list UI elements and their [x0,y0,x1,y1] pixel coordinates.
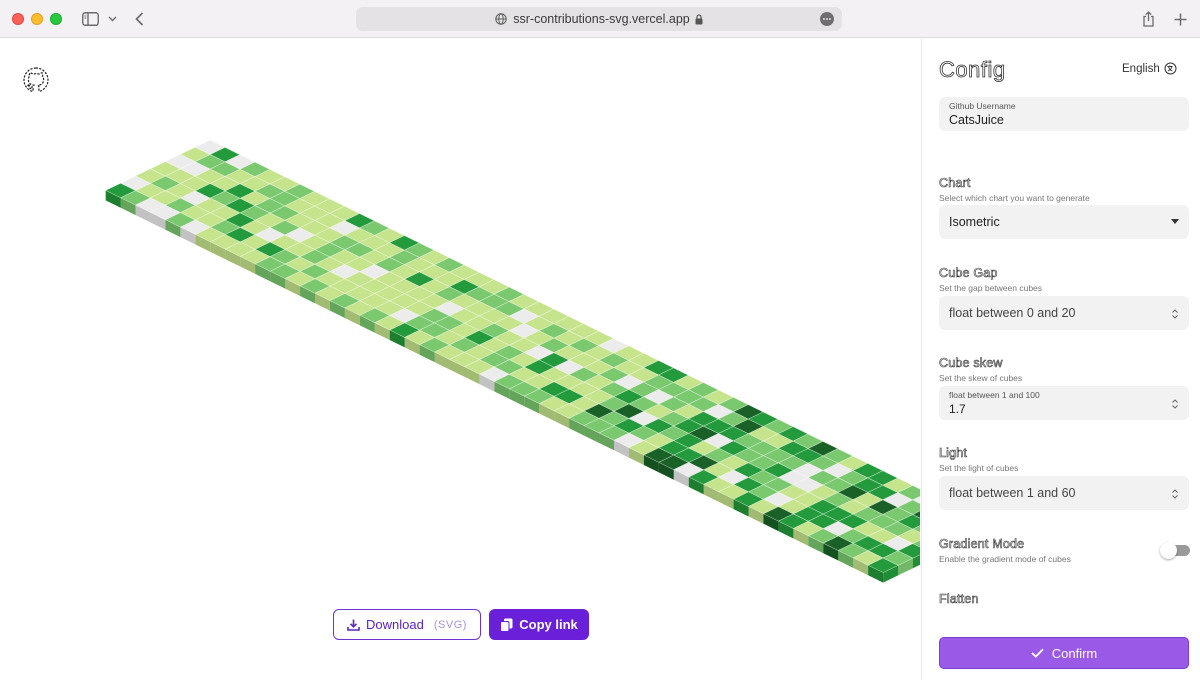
stepper-icon[interactable] [1171,308,1179,320]
new-tab-icon[interactable] [1172,8,1188,30]
more-options-icon[interactable] [820,12,834,26]
zoom-window-button[interactable] [50,13,62,25]
cube-skew-input[interactable]: float between 1 and 100 1.7 [939,386,1189,420]
address-bar[interactable]: ssr-contributions-svg.vercel.app [356,7,842,31]
url-text: ssr-contributions-svg.vercel.app [513,12,690,26]
language-selector[interactable]: English [1122,62,1177,75]
username-label: Github Username [949,101,1016,111]
cube-gap-subtitle: Set the gap between cubes [939,283,1043,293]
config-panel: Config English Github Username CatsJuice… [921,39,1200,680]
confirm-label: Confirm [1051,645,1098,661]
back-arrow-icon[interactable] [132,8,146,30]
light-input[interactable]: float between 1 and 60 [939,476,1189,510]
stepper-icon[interactable] [1171,398,1179,410]
cube-gap-title: Cube Gap [939,266,998,281]
chart-section-title: Chart [939,176,971,191]
light-placeholder: float between 1 and 60 [949,486,1076,500]
github-username-field[interactable]: Github Username CatsJuice [939,97,1189,131]
chevron-down-icon[interactable] [106,8,118,30]
globe-icon [495,13,507,25]
gradient-mode-toggle[interactable] [1160,542,1190,559]
flatten-title: Flatten [939,592,979,607]
copy-icon [500,618,513,632]
download-format-tag: (SVG) [433,618,467,631]
cube-gap-placeholder: float between 0 and 20 [949,306,1076,320]
chart-type-select[interactable]: Isometric [939,205,1189,239]
share-icon[interactable] [1140,8,1156,30]
light-subtitle: Set the light of cubes [939,463,1019,473]
confirm-button[interactable]: Confirm [939,637,1189,669]
minimize-window-button[interactable] [31,13,43,25]
isometric-contribution-chart [105,139,920,583]
cube-skew-value: 1.7 [949,402,966,416]
language-label: English [1122,62,1160,75]
username-value: CatsJuice [949,113,1004,127]
cube-gap-input[interactable]: float between 0 and 20 [939,296,1189,330]
chart-type-value: Isometric [949,215,1000,229]
chart-section-subtitle: Select which chart you want to generate [939,193,1090,203]
sidebar-toggle-icon[interactable] [80,8,100,30]
download-svg-button[interactable]: Download (SVG) [333,609,481,640]
lock-icon [695,13,703,25]
copy-link-label: Copy link [519,617,578,632]
light-title: Light [939,446,968,461]
gradient-mode-title: Gradient Mode [939,537,1025,552]
download-icon [347,619,360,631]
checkmark-icon [1031,648,1044,658]
cube-skew-label: float between 1 and 100 [949,390,1040,400]
cube-skew-title: Cube skew [939,356,1003,371]
stepper-icon[interactable] [1171,488,1179,500]
gradient-mode-subtitle: Enable the gradient mode of cubes [939,554,1071,564]
browser-titlebar: ssr-contributions-svg.vercel.app [0,0,1200,38]
caret-down-icon [1171,219,1179,224]
translate-icon [1164,62,1177,75]
copy-link-button[interactable]: Copy link [489,609,589,640]
main-canvas: Download (SVG) Copy link [0,39,920,680]
download-label: Download [366,617,424,632]
close-window-button[interactable] [12,13,24,25]
panel-title: Config [939,57,1006,83]
cube-skew-subtitle: Set the skew of cubes [939,373,1023,383]
